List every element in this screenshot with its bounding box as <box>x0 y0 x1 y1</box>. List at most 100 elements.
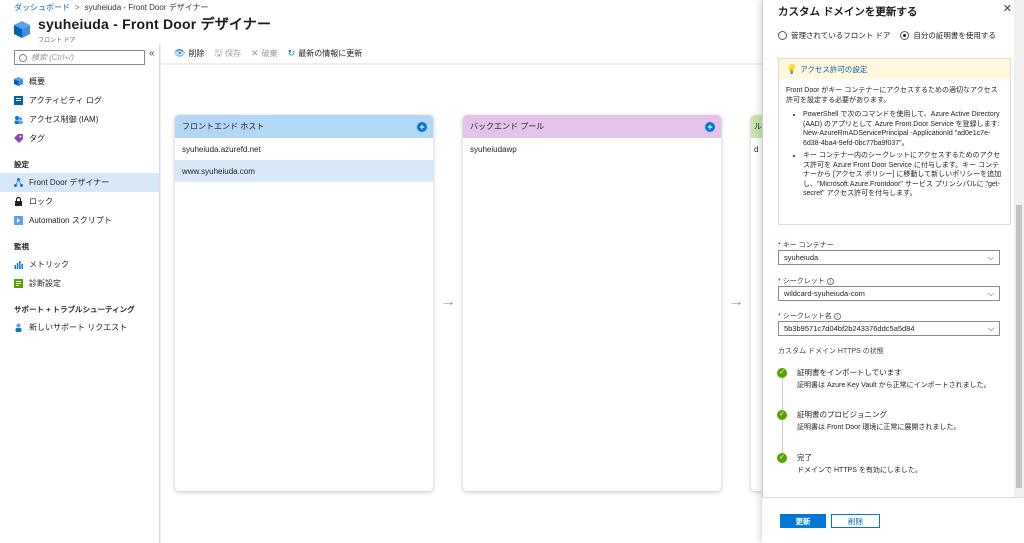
front-door-cube-icon <box>14 20 30 38</box>
add-backend-pool-icon[interactable]: + <box>705 121 715 132</box>
sidebar-item-label: 診断設定 <box>29 279 61 288</box>
check-icon: ✓ <box>777 368 787 378</box>
frontend-hosts-header: フロントエンド ホスト + <box>175 115 433 138</box>
routing-rules-header: ル <box>751 115 762 138</box>
status-step: ✓ 証明書のプロビジョニング 証明書は Front Door 環境に正常に展開さ… <box>777 410 960 432</box>
routing-rules-card: ル d <box>751 115 762 491</box>
lock-icon <box>15 197 22 206</box>
secret-dropdown[interactable]: wildcard-syuheiuda-com ⌵ <box>778 286 1000 301</box>
section-header-monitoring: 監視 <box>14 242 29 251</box>
delete-domain-button[interactable]: 削除 <box>831 514 880 528</box>
sidebar-item-access-control[interactable]: アクセス制御 (IAM) <box>0 110 159 129</box>
sidebar-item-new-support-request[interactable]: 新しいサポート リクエスト <box>0 318 159 337</box>
lightbulb-icon: 💡 <box>786 63 798 74</box>
sidebar-item-label: ロック <box>29 197 53 206</box>
info-icon[interactable]: i <box>826 278 834 285</box>
status-step-title: 証明書をインポートしています <box>797 368 902 377</box>
info-step: キー コンテナー内のシークレットにアクセスするためのアクセス許可を Azure … <box>803 151 1003 199</box>
check-icon: ✓ <box>777 410 787 420</box>
key-vault-dropdown[interactable]: syuheiuda ⌵ <box>778 250 1000 265</box>
secret-value: wildcard-syuheiuda-com <box>784 289 865 298</box>
secret-label: * シークレット i <box>778 276 834 286</box>
info-step: PowerShell で次のコマンドを使用して、Azure Active Dir… <box>803 110 1003 148</box>
sidebar-item-label: Automation スクリプト <box>29 216 112 225</box>
collapse-sidebar-button[interactable]: « <box>149 48 155 59</box>
sidebar-item-label: タグ <box>29 134 45 143</box>
sidebar-item-label: Front Door デザイナー <box>29 178 110 187</box>
frontend-host-row[interactable]: www.syuheiuda.com <box>175 160 433 182</box>
sidebar-item-overview[interactable]: 概要 <box>0 72 159 91</box>
sidebar-item-tags[interactable]: タグ <box>0 129 159 148</box>
breadcrumb-dashboard-link[interactable]: ダッシュボード <box>14 2 70 13</box>
page-header: syuheiuda - Front Door デザイナー フロント ドア <box>0 14 762 44</box>
secret-version-value: 5b3b9571c7d04bf2b243376ddc5a5d84 <box>784 324 915 333</box>
diagnostic-settings-icon <box>14 279 23 288</box>
backend-pools-title: バックエンド プール <box>470 122 545 131</box>
refresh-button[interactable]: ↻ 最新の情報に更新 <box>288 48 363 59</box>
save-button[interactable]: 🖫 保存 <box>214 46 241 62</box>
custom-domain-panel: カスタム ドメインを更新する ✕ 管理されているフロント ドア 自分の証明書を使… <box>762 0 1024 543</box>
secret-version-dropdown[interactable]: 5b3b9571c7d04bf2b243376ddc5a5d84 ⌵ <box>778 321 1000 336</box>
info-body: Front Door がキー コンテナーにアクセスするための適切なアクセス許可を… <box>779 79 1010 199</box>
access-permission-link[interactable]: アクセス許可の設定 <box>800 64 867 75</box>
page-subtitle: フロント ドア <box>38 38 76 44</box>
sidebar-item-label: メトリック <box>29 260 69 269</box>
sidebar-item-activity-log[interactable]: アクティビティ ログ <box>0 91 159 110</box>
info-header: 💡 アクセス許可の設定 <box>779 59 1010 79</box>
backend-pool-row[interactable]: syuheiudawp <box>463 138 721 160</box>
info-icon[interactable]: i <box>833 313 841 320</box>
arrow-right-icon: → <box>728 293 744 310</box>
certificate-type-group: 管理されているフロント ドア 自分の証明書を使用する <box>778 30 996 41</box>
sidebar-item-front-door-designer[interactable]: Front Door デザイナー <box>0 173 159 192</box>
overview-icon <box>14 77 23 86</box>
save-icon: 🖫 <box>214 47 223 58</box>
permission-info-box: 💡 アクセス許可の設定 Front Door がキー コンテナーにアクセスするた… <box>778 58 1011 225</box>
frontend-host-row[interactable]: syuheiuda.azurefd.net <box>175 138 433 160</box>
activity-log-icon <box>14 96 23 105</box>
refresh-icon: ↻ <box>287 48 296 58</box>
status-step-title: 証明書のプロビジョニング <box>797 410 887 419</box>
add-frontend-host-icon[interactable]: + <box>417 121 427 132</box>
close-panel-button[interactable]: ✕ <box>1003 2 1012 15</box>
radio-managed-certificate[interactable] <box>778 31 787 40</box>
delete-label: 削除 <box>188 49 205 58</box>
page-title: syuheiuda - Front Door デザイナー <box>38 16 272 32</box>
discard-button[interactable]: ✕ 破棄 <box>251 48 278 59</box>
tag-icon <box>14 134 23 143</box>
sidebar-item-automation-script[interactable]: Automation スクリプト <box>0 211 159 230</box>
sidebar-item-diagnostic-settings[interactable]: 診断設定 <box>0 274 159 293</box>
secret-version-label: * シークレット名 i <box>778 311 841 321</box>
radio-own-label: 自分の証明書を使用する <box>913 31 996 40</box>
key-vault-value: syuheiuda <box>784 253 819 262</box>
designer-icon <box>14 178 23 187</box>
panel-footer: 更新 削除 <box>762 497 1024 543</box>
search-placeholder: 検索 (Ctrl+/) <box>31 53 74 62</box>
sidebar-item-metrics[interactable]: メトリック <box>0 255 159 274</box>
panel-scrollbar[interactable] <box>1014 0 1024 497</box>
https-status-title: カスタム ドメイン HTTPS の状態 <box>778 348 884 355</box>
refresh-label: 最新の情報に更新 <box>298 49 363 58</box>
routing-rule-row[interactable]: d <box>751 138 762 160</box>
radio-managed-label: 管理されているフロント ドア <box>791 31 891 40</box>
backend-pools-card: バックエンド プール + syuheiudawp <box>463 115 721 491</box>
status-step: ✓ 証明書をインポートしています 証明書は Azure Key Vault から… <box>777 368 991 390</box>
update-button[interactable]: 更新 <box>780 514 826 528</box>
info-steps-list: PowerShell で次のコマンドを使用して、Azure Active Dir… <box>786 110 1003 199</box>
sidebar: 検索 (Ctrl+/) « 概要 アクティビティ ログ アクセス制御 (IAM)… <box>0 44 160 543</box>
close-icon: ✕ <box>251 48 259 58</box>
status-step-detail: 証明書は Azure Key Vault から正常にインポートされました。 <box>797 382 991 389</box>
search-input[interactable]: 検索 (Ctrl+/) <box>14 50 145 65</box>
breadcrumb: ダッシュボード > syuheiuda - Front Door デザイナー <box>0 0 762 14</box>
frontend-hosts-card: フロントエンド ホスト + syuheiuda.azurefd.net www.… <box>175 115 433 491</box>
radio-own-certificate[interactable] <box>900 31 910 40</box>
status-step-detail: ドメインで HTTPS を有効にしました。 <box>797 467 922 474</box>
sidebar-item-label: 概要 <box>29 77 45 86</box>
delete-button[interactable]: 👁 削除 <box>174 48 204 59</box>
sidebar-item-locks[interactable]: ロック <box>0 192 159 211</box>
frontend-hosts-title: フロントエンド ホスト <box>182 122 265 131</box>
people-icon <box>14 116 23 124</box>
panel-title: カスタム ドメインを更新する <box>778 6 918 18</box>
status-step: ✓ 完了 ドメインで HTTPS を有効にしました。 <box>777 453 922 475</box>
info-intro: Front Door がキー コンテナーにアクセスするための適切なアクセス許可を… <box>786 87 998 104</box>
scrollbar-thumb[interactable] <box>1016 205 1022 488</box>
